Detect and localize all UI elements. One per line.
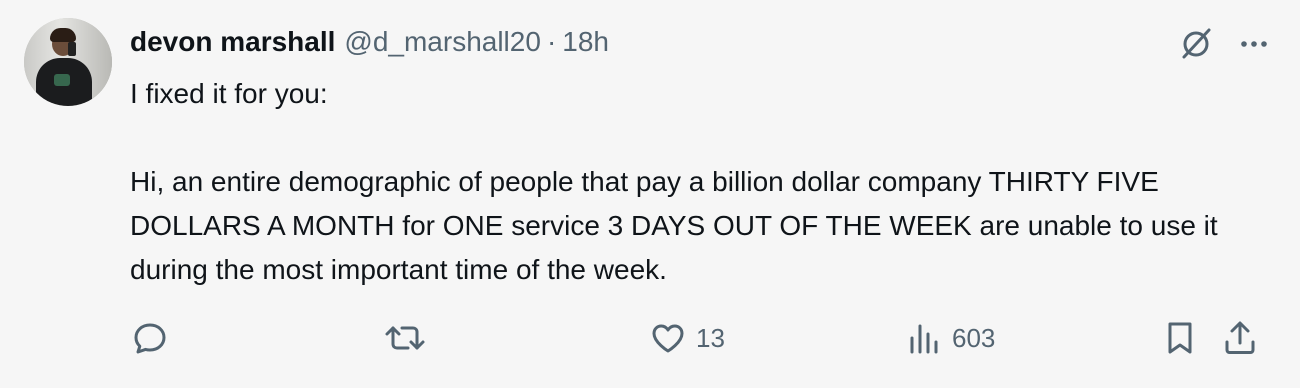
views-icon (904, 318, 944, 358)
header-separator: · (546, 26, 557, 57)
timestamp[interactable]: 18h (562, 22, 609, 62)
view-count: 603 (952, 322, 996, 353)
views-button[interactable]: 603 (904, 316, 995, 360)
avatar-hair (50, 28, 76, 42)
grok-icon[interactable] (1176, 24, 1216, 64)
tweet[interactable]: devon marshall @d_marshall20 · 18h I fix… (0, 0, 1300, 388)
reply-icon (130, 318, 170, 358)
tweet-text: I fixed it for you: Hi, an entire demogr… (130, 72, 1250, 292)
more-icon[interactable] (1236, 26, 1272, 62)
bookmark-icon (1160, 318, 1200, 358)
share-button[interactable] (1220, 316, 1260, 360)
like-icon (648, 318, 688, 358)
tweet-header: devon marshall @d_marshall20 · 18h (130, 22, 609, 62)
like-count: 13 (696, 322, 725, 353)
tweet-text-line-2: Hi, an entire demographic of people that… (130, 166, 1226, 285)
share-icon (1220, 318, 1260, 358)
tweet-text-line-1: I fixed it for you: (130, 78, 328, 109)
retweet-button[interactable] (384, 316, 426, 360)
reply-button[interactable] (130, 316, 170, 360)
avatar-shirt-print (54, 74, 70, 86)
display-name[interactable]: devon marshall (130, 22, 335, 62)
avatar[interactable] (24, 18, 112, 106)
tweet-text-spacer (130, 116, 1250, 160)
user-handle[interactable]: @d_marshall20 (344, 22, 541, 62)
retweet-icon (384, 318, 426, 358)
like-button[interactable]: 13 (648, 316, 725, 360)
avatar-phone (68, 42, 76, 56)
bookmark-button[interactable] (1160, 316, 1200, 360)
tweet-top-icons (1176, 24, 1272, 64)
tweet-actions: 13 603 (130, 316, 1270, 360)
